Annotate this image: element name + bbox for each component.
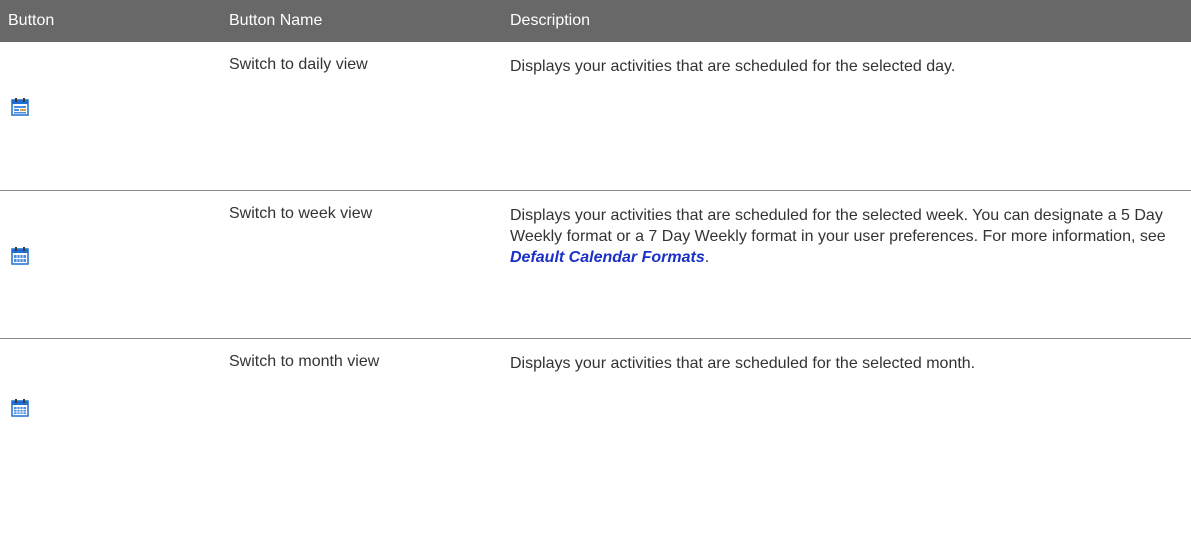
- button-name: Switch to week view: [229, 205, 373, 222]
- calendar-week-icon: [10, 246, 30, 266]
- button-description: Displays your activities that are schedu…: [510, 58, 956, 75]
- header-button: Button: [8, 12, 55, 29]
- description-text-end: .: [704, 249, 710, 266]
- calendar-month-icon: [10, 398, 30, 418]
- button-name: Switch to daily view: [229, 56, 368, 73]
- calendar-daily-icon: [10, 97, 30, 117]
- header-button-name: Button Name: [229, 12, 323, 29]
- default-calendar-formats-link[interactable]: Default Calendar Formats: [510, 249, 705, 266]
- button-description: Displays your activities that are schedu…: [510, 205, 1185, 268]
- button-name: Switch to month view: [229, 353, 380, 370]
- table-row: Switch to daily view Displays your activ…: [0, 42, 1191, 191]
- table-header-row: Button Button Name Description: [0, 0, 1191, 42]
- button-description: Displays your activities that are schedu…: [510, 355, 976, 372]
- table-row: Switch to week view Displays your activi…: [0, 191, 1191, 339]
- header-description: Description: [510, 12, 591, 29]
- button-reference-table: Button Button Name Description Switch to…: [0, 0, 1191, 499]
- table-row: Switch to month view Displays your activ…: [0, 339, 1191, 499]
- description-text: Displays your activities that are schedu…: [510, 207, 1166, 245]
